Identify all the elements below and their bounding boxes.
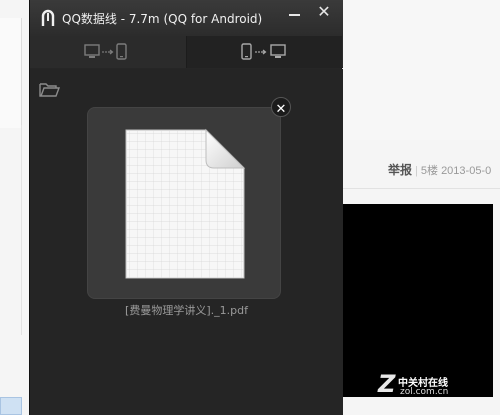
background-media-box bbox=[342, 204, 493, 397]
background-corner-widget bbox=[0, 397, 22, 415]
report-link[interactable]: 举报 bbox=[388, 163, 412, 177]
document-icon bbox=[125, 128, 246, 279]
tab-phone-to-computer[interactable] bbox=[186, 36, 342, 68]
background-sidebar-strip-lower bbox=[0, 125, 22, 335]
close-icon: ✕ bbox=[317, 2, 331, 21]
background-sidebar-strip bbox=[0, 18, 22, 128]
close-icon: ✕ bbox=[275, 102, 287, 117]
watermark-url: zol.com.cn bbox=[400, 387, 449, 397]
title-bar[interactable]: QQ数据线 - 7.7m (QQ for Android) ✕ bbox=[30, 0, 343, 36]
post-date: 2013-05-0 bbox=[441, 165, 492, 177]
background-post-area bbox=[342, 0, 500, 140]
computer-to-phone-icon bbox=[84, 43, 127, 60]
qq-data-line-window: QQ数据线 - 7.7m (QQ for Android) ✕ ✕ [费曼物理学… bbox=[29, 0, 343, 415]
file-name-label: [费曼物理学讲义]._1.pdf bbox=[125, 304, 248, 317]
zol-watermark: Z 中关村在线 zol.com.cn bbox=[378, 370, 488, 398]
window-title: QQ数据线 - 7.7m (QQ for Android) bbox=[62, 12, 263, 26]
file-transfer-area: ✕ [费曼物理学讲义]._1.pdf bbox=[30, 69, 343, 415]
remove-file-button[interactable]: ✕ bbox=[271, 97, 291, 117]
open-folder-button[interactable] bbox=[39, 80, 61, 98]
background-divider bbox=[342, 188, 500, 189]
folder-icon bbox=[39, 83, 61, 97]
file-card[interactable] bbox=[87, 107, 281, 299]
tab-computer-to-phone[interactable] bbox=[30, 36, 186, 68]
qq-data-line-icon bbox=[40, 9, 56, 27]
transfer-direction-tabs bbox=[30, 36, 343, 68]
post-meta-row: 举报 | 5楼 2013-05-0 bbox=[388, 163, 492, 177]
minimize-icon bbox=[289, 14, 300, 16]
minimize-button[interactable] bbox=[281, 2, 307, 22]
phone-to-computer-icon bbox=[241, 43, 286, 60]
close-button[interactable]: ✕ bbox=[311, 2, 337, 22]
zol-logo: Z bbox=[378, 370, 396, 398]
floor-label: 5楼 bbox=[420, 165, 438, 177]
